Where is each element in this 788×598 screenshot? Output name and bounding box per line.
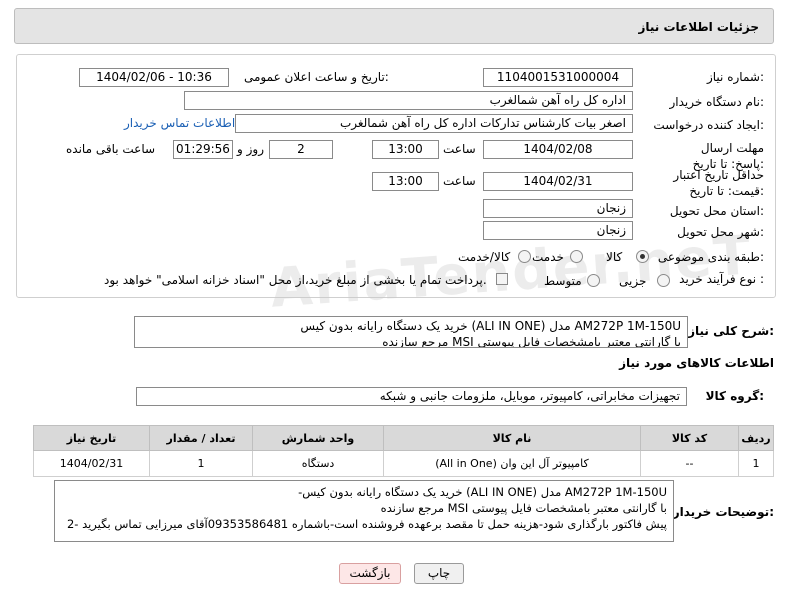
cell-row: 1 <box>738 450 774 477</box>
process-partial-radio[interactable] <box>657 274 670 287</box>
cell-qty: 1 <box>149 450 253 477</box>
remaining-time-field: 01:29:56 <box>173 140 233 159</box>
treasury-payment-checkbox[interactable] <box>496 273 508 285</box>
col-date: تاریخ نیاز <box>33 425 150 451</box>
process-label: نوع فرآیند خرید : <box>679 272 764 286</box>
goods-group-field: تجهیزات مخابراتی، کامپیوتر، موبایل، ملزو… <box>136 387 687 406</box>
days-field: 2 <box>269 140 333 159</box>
province-label: استان محل تحویل: <box>669 204 764 218</box>
announce-label: تاریخ و ساعت اعلان عمومی: <box>244 70 389 84</box>
deadline-date-field: 1404/02/08 <box>483 140 633 159</box>
print-button[interactable]: چاپ <box>414 563 464 584</box>
page-header: جزئیات اطلاعات نیاز <box>14 8 774 44</box>
back-button[interactable]: بازگشت <box>339 563 401 584</box>
category-service-radio[interactable] <box>570 250 583 263</box>
need-number-field: 1104001531000004 <box>483 68 633 87</box>
process-partial-label: جزیی <box>619 274 647 288</box>
category-goods-service-label: کالا/خدمت <box>458 250 511 264</box>
col-unit: واحد شمارش <box>252 425 384 451</box>
buyer-notes-line-3: 2- پیش فاکتور بارگذاری شود-هزینه حمل تا … <box>66 517 667 531</box>
validity-label: حداقل تاریخ اعتبار قیمت: تا تاریخ: <box>673 168 764 198</box>
deadline-time-label: ساعت <box>443 142 476 156</box>
validity-date-field: 1404/02/31 <box>483 172 633 191</box>
city-label: شهر محل تحویل: <box>677 225 764 239</box>
cell-name: کامپیوتر آل این وان (All in One) <box>383 450 641 477</box>
category-service-label: خدمت <box>532 250 564 264</box>
buyer-org-label: نام دستگاه خریدار: <box>669 95 765 109</box>
city-field: زنجان <box>483 221 633 240</box>
col-name: نام کالا <box>383 425 641 451</box>
col-code: کد کالا <box>640 425 739 451</box>
cell-date: 1404/02/31 <box>33 450 150 477</box>
treasury-payment-note: پرداخت تمام یا بخشی از مبلغ خرید،از محل … <box>104 273 487 287</box>
summary-line-1: خرید یک دستگاه رایانه بدون کیس (ALI IN O… <box>300 319 681 333</box>
contact-info-link[interactable]: اطلاعات تماس خریدار <box>124 116 235 130</box>
process-medium-radio[interactable] <box>587 274 600 287</box>
creator-field: اصغر بیات کارشناس تدارکات اداره کل راه آ… <box>235 114 633 133</box>
creator-label: ایجاد کننده درخواست: <box>653 118 764 132</box>
buyer-notes-line-2: مرجع سازنده MSI با گارانتی معتبر بامشخصا… <box>380 501 667 515</box>
process-medium-label: متوسط <box>544 274 582 288</box>
province-field: زنجان <box>483 199 633 218</box>
need-number-label: شماره نیاز: <box>706 70 764 84</box>
buyer-notes-label: توضیحات خریدار: <box>672 505 774 519</box>
validity-time-label: ساعت <box>443 174 476 188</box>
remaining-label: ساعت باقی مانده <box>66 142 156 156</box>
buyer-notes-line-1: -خرید یک دستگاه رایانه بدون کیس (ALI IN … <box>298 485 667 499</box>
category-label: طبقه بندی موضوعی: <box>657 250 764 264</box>
cell-unit: دستگاه <box>252 450 384 477</box>
category-goods-label: کالا <box>606 250 623 264</box>
col-qty: تعداد / مقدار <box>149 425 253 451</box>
category-goods-service-radio[interactable] <box>518 250 531 263</box>
deadline-time-field: 13:00 <box>372 140 439 159</box>
table-row[interactable]: 1 -- کامپیوتر آل این وان (All in One) دس… <box>33 450 774 477</box>
announce-field: 1404/02/06 - 10:36 <box>79 68 229 87</box>
category-goods-radio[interactable] <box>636 250 649 263</box>
summary-textarea[interactable]: خرید یک دستگاه رایانه بدون کیس (ALI IN O… <box>134 316 688 348</box>
table-header-row: ردیف کد کالا نام کالا واحد شمارش تعداد /… <box>33 425 774 451</box>
summary-label: شرح کلی نیاز: <box>688 324 774 338</box>
col-row: ردیف <box>738 425 774 451</box>
summary-line-2: مرجع سازنده MSI با گارانتی معتبر بامشخصا… <box>382 335 681 348</box>
cell-code: -- <box>640 450 739 477</box>
buyer-org-field: اداره کل راه آهن شمالغرب <box>184 91 633 110</box>
goods-info-title: اطلاعات کالاهای مورد نیاز <box>619 356 774 370</box>
validity-time-field: 13:00 <box>372 172 439 191</box>
buyer-notes-textarea[interactable]: -خرید یک دستگاه رایانه بدون کیس (ALI IN … <box>54 480 674 542</box>
goods-group-label: گروه کالا: <box>705 389 764 403</box>
page-title: جزئیات اطلاعات نیاز <box>638 20 759 34</box>
items-table: ردیف کد کالا نام کالا واحد شمارش تعداد /… <box>33 425 774 477</box>
days-label: روز و <box>237 142 264 156</box>
